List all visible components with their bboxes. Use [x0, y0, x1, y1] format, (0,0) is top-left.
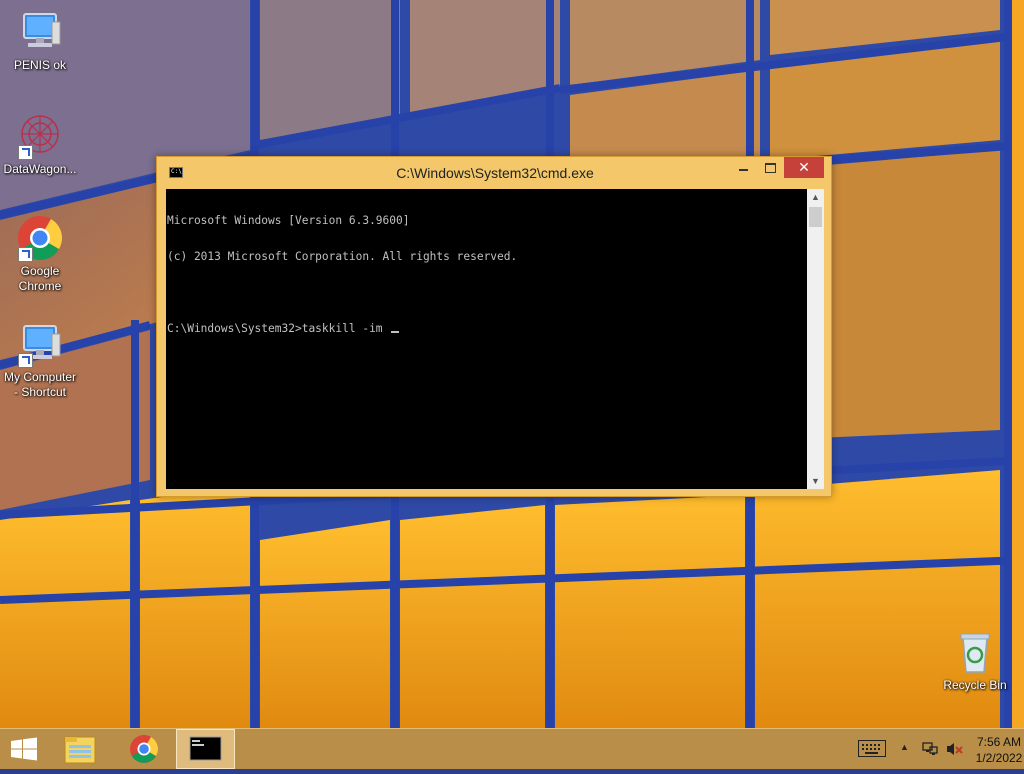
taskbar-clock[interactable]: 7:56 AM 1/2/2022 [969, 734, 1024, 766]
clock-time: 7:56 AM [976, 735, 1022, 749]
desktop-icon-my-computer-shortcut[interactable]: My Computer - Shortcut [0, 320, 80, 400]
maximize-button[interactable] [757, 157, 784, 178]
datawagon-icon [16, 112, 64, 160]
file-explorer-icon [64, 736, 96, 764]
taskbar-command-prompt[interactable] [176, 729, 235, 769]
cmd-icon [189, 736, 222, 761]
console-line: (c) 2013 Microsoft Corporation. All righ… [167, 250, 518, 263]
scroll-up-arrow-icon[interactable]: ▲ [807, 189, 824, 205]
desktop-icon-label: DataWagon... [3, 162, 77, 176]
desktop-icon-label: Recycle Bin [943, 678, 1007, 692]
shortcut-arrow-icon [18, 145, 33, 160]
clock-date: 1/2/2022 [975, 751, 1023, 765]
desktop-icon-recycle-bin[interactable]: Recycle Bin [935, 628, 1015, 693]
shortcut-arrow-icon [18, 247, 33, 262]
desktop-icon-label-line1: My Computer [3, 370, 77, 384]
taskbar-file-explorer[interactable] [56, 729, 104, 769]
close-icon: ✕ [798, 159, 810, 175]
desktop-icon-label-line2: - Shortcut [13, 385, 67, 399]
desktop-icon-label-line1: Google [20, 264, 60, 278]
console-command: C:\Windows\System32>taskkill -im [167, 322, 390, 335]
windows-logo-icon [11, 737, 37, 761]
chrome-icon [16, 214, 64, 262]
volume-muted-icon[interactable] [946, 741, 964, 757]
chrome-icon [130, 735, 158, 763]
close-button[interactable]: ✕ [784, 157, 824, 178]
touch-keyboard-icon[interactable] [858, 740, 886, 757]
desktop-icon-penis-ok[interactable]: PENIS ok [0, 8, 80, 73]
computer-icon [16, 8, 64, 56]
desktop-icon-label-line2: Chrome [18, 279, 62, 293]
scroll-down-arrow-icon[interactable]: ▼ [807, 473, 824, 489]
scrollbar-thumb[interactable] [809, 207, 822, 227]
minimize-button[interactable] [730, 157, 757, 178]
system-tray: ▲ 7:56 AM 1/2/2022 [824, 729, 1024, 769]
desktop-icon-datawagon[interactable]: DataWagon... [0, 112, 80, 177]
recycle-bin-icon [951, 628, 999, 676]
computer-icon [16, 320, 64, 368]
console-line: Microsoft Windows [Version 6.3.9600] [167, 214, 410, 227]
vertical-scrollbar[interactable]: ▲ ▼ [807, 189, 824, 489]
text-cursor [391, 331, 400, 333]
network-icon[interactable] [922, 741, 938, 757]
shortcut-arrow-icon [18, 353, 33, 368]
desktop-icon-google-chrome[interactable]: Google Chrome [0, 214, 80, 294]
console-output[interactable]: Microsoft Windows [Version 6.3.9600] (c)… [166, 189, 807, 489]
console-prompt-line[interactable]: C:\Windows\System32>taskkill -im [167, 323, 807, 335]
start-button[interactable] [0, 729, 48, 769]
window-titlebar[interactable]: C:\ C:\Windows\System32\cmd.exe ✕ [157, 157, 831, 189]
taskbar-google-chrome[interactable] [120, 729, 168, 769]
taskbar: ▲ 7:56 AM 1/2/2022 [0, 728, 1024, 769]
cmd-window[interactable]: C:\ C:\Windows\System32\cmd.exe ✕ Micros… [156, 156, 832, 497]
show-hidden-icons-arrow-icon[interactable]: ▲ [900, 742, 909, 752]
desktop-icon-label: PENIS ok [13, 58, 67, 72]
